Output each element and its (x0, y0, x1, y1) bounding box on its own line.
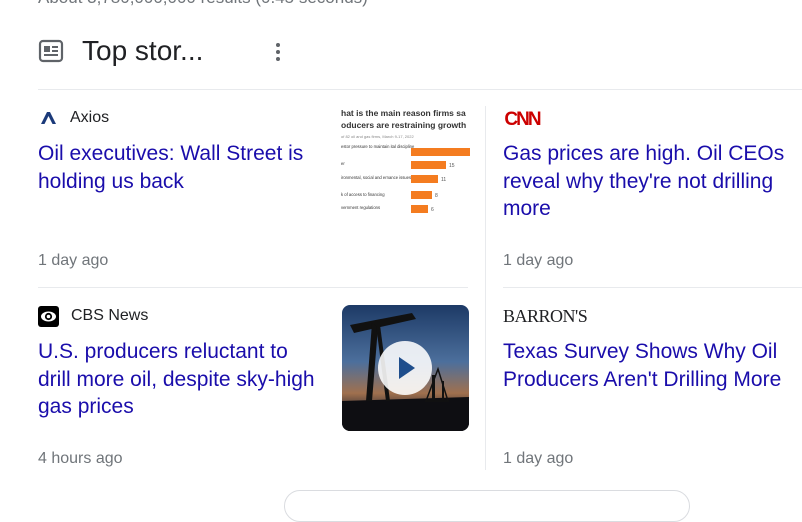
play-icon[interactable] (377, 340, 433, 396)
axios-logo (38, 110, 58, 126)
story-source: CNN (503, 106, 553, 130)
chart-bar (411, 191, 432, 199)
header-divider (38, 89, 802, 90)
chart-value: 15 (449, 163, 455, 169)
chart-title-line-2: oducers are restraining growth (341, 120, 466, 130)
chart-bar (411, 175, 438, 183)
svg-text:CNN: CNN (504, 109, 540, 129)
row-divider-left (38, 287, 468, 288)
story-source: CBS News (38, 304, 148, 328)
story-source: Axios (38, 106, 109, 130)
chart-value: 8 (435, 193, 438, 199)
story-thumbnail-video[interactable] (342, 305, 469, 431)
news-icon (38, 39, 64, 63)
top-stories-header: Top stor... (38, 32, 798, 72)
chart-row-label: er (341, 161, 345, 166)
more-vert-icon[interactable] (274, 42, 282, 62)
chart-subtitle: of 82 oil and gas firms, March 9-17, 202… (341, 134, 414, 139)
column-divider (485, 106, 486, 470)
row-divider-right (503, 287, 802, 288)
chart-title-line-1: hat is the main reason firms sa (341, 108, 466, 118)
story-time: 1 day ago (503, 252, 574, 269)
chart-bar (411, 148, 470, 156)
barrons-logo: BARRON'S (503, 305, 588, 326)
story-headline[interactable]: Oil executives: Wall Street is holding u… (38, 140, 328, 195)
chart-value: 6 (431, 207, 434, 213)
story-thumbnail-chart[interactable]: hat is the main reason firms sa oducers … (341, 108, 470, 216)
story-time: 4 hours ago (38, 450, 123, 467)
story-card-cnn[interactable]: CNN Gas prices are high. Oil CEOs reveal… (503, 106, 802, 276)
chart-row-label: k of access to financing (341, 192, 385, 197)
source-name: CBS News (71, 307, 149, 324)
story-headline[interactable]: U.S. producers reluctant to drill more o… (38, 338, 318, 421)
more-news-button[interactable] (284, 490, 690, 522)
section-title: Top stor... (82, 35, 204, 66)
story-time: 1 day ago (38, 252, 109, 269)
cnn-logo: CNN (503, 107, 541, 129)
chart-bar (411, 161, 446, 169)
cbs-eye-logo (38, 305, 59, 327)
source-name: Axios (70, 109, 110, 126)
results-stats: About 3,780,000,000 results (0.45 second… (38, 0, 368, 8)
story-time: 1 day ago (503, 450, 574, 467)
story-source: BARRON'S (503, 304, 588, 328)
story-headline[interactable]: Texas Survey Shows Why Oil Producers Are… (503, 338, 793, 393)
story-card-axios[interactable]: Axios Oil executives: Wall Street is hol… (38, 106, 470, 276)
chart-bar (411, 205, 428, 213)
story-headline[interactable]: Gas prices are high. Oil CEOs reveal why… (503, 140, 793, 223)
chart-value: 11 (441, 177, 446, 183)
chart-row-label: ironmental, social and ernance issues (341, 175, 411, 180)
chart-row-label: estor pressure to maintain ital discipli… (341, 144, 415, 149)
chart-row-label: vernment regulations (341, 205, 380, 210)
story-card-cbs[interactable]: CBS News U.S. producers reluctant to dri… (38, 304, 470, 474)
story-card-barrons[interactable]: BARRON'S Texas Survey Shows Why Oil Prod… (503, 304, 802, 474)
